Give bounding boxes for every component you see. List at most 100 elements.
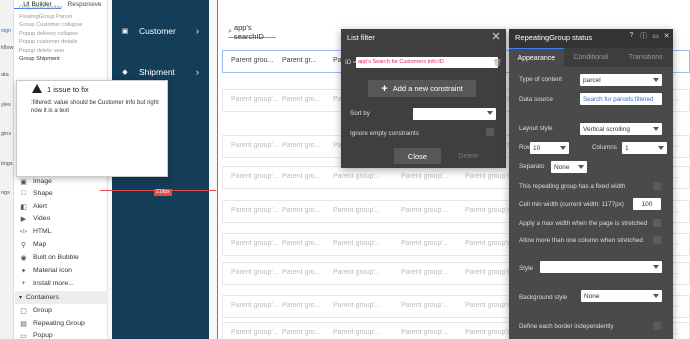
palette-item-built-on-bubble[interactable]: ◉ Built on Bubble: [19, 251, 105, 264]
palette-item-label: Alert: [33, 203, 47, 210]
repeating-group-cell-text: Parent gro...: [282, 142, 321, 149]
close-icon[interactable]: ✕: [662, 31, 671, 40]
element-tree-item[interactable]: Only show visible: [19, 4, 105, 13]
element-tree-item[interactable]: Group Shipment: [19, 55, 105, 64]
tag-icon: ◆: [122, 69, 128, 76]
type-of-content-value: parcel: [583, 76, 601, 84]
chevron-right-icon: ›: [196, 67, 199, 77]
chevron-down-icon: [578, 165, 584, 169]
palette-item-group[interactable]: ▢ Group: [19, 304, 105, 317]
element-tree-item[interactable]: Popup customer details: [19, 38, 105, 47]
repeating-group-cell-text: Parent group'...: [333, 240, 381, 247]
chevron-right-icon: ›: [196, 26, 199, 36]
sort-by-label: Sort by: [350, 110, 370, 117]
columns-label: Columns: [592, 144, 617, 151]
cell-min-width-input[interactable]: 100: [633, 198, 661, 210]
status-panel-title: RepeatingGroup status: [515, 33, 593, 42]
group-icon: ▢: [20, 307, 27, 315]
sidebar-item-design[interactable]: sign: [0, 28, 14, 34]
apply-max-width-checkbox[interactable]: [653, 219, 661, 227]
palette-item-label: Video: [33, 215, 51, 222]
element-tree-item[interactable]: Group Customer collapse: [19, 21, 105, 30]
palette-item-shape[interactable]: □ Shape: [19, 187, 105, 200]
background-style-value: None: [584, 292, 600, 300]
sidebar-item-logs[interactable]: ogs: [0, 190, 14, 196]
background-style-select[interactable]: None: [581, 290, 662, 302]
fixed-width-checkbox[interactable]: [653, 182, 661, 190]
repeating-group-cell-text: Parent group'...: [401, 302, 449, 309]
delete-button[interactable]: Delete: [451, 148, 486, 164]
palette-item-label: Material Icon: [33, 267, 72, 274]
type-of-content-select[interactable]: parcel: [580, 74, 662, 86]
close-button[interactable]: Close: [394, 148, 441, 164]
nav-item-label: Shipment: [139, 67, 175, 77]
define-border-checkbox[interactable]: [653, 322, 661, 330]
palette-item-install-more[interactable]: + Install more...: [19, 277, 105, 290]
tab-transitions[interactable]: Transitions: [618, 48, 674, 67]
close-icon[interactable]: [491, 31, 501, 41]
chevron-down-icon: [487, 111, 493, 115]
nav-item-customer[interactable]: ▣ Customer ›: [112, 23, 209, 39]
repeating-group-cell-text: Parent group'...: [333, 207, 381, 214]
repeating-group-cell-text: Parent group'...: [401, 329, 449, 336]
alert-icon: ◧: [20, 203, 27, 211]
palette-item-popup[interactable]: ▭ Popup: [19, 329, 105, 339]
element-tree-item[interactable]: Popup delete user: [19, 47, 105, 56]
repeating-group-cell-text: Parent group'...: [401, 240, 449, 247]
sidebar-item-workflow[interactable]: kflow: [0, 45, 14, 51]
tab-appearance[interactable]: Appearance: [509, 48, 564, 67]
palette-item-label: HTML: [33, 228, 52, 235]
repeating-group-icon: ▤: [20, 320, 27, 328]
repeating-group-cell-text: Parent gro...: [282, 96, 321, 103]
separator-select[interactable]: None: [551, 161, 587, 173]
palette-item-material-icon[interactable]: ✦ Material Icon: [19, 264, 105, 277]
distance-guide-label: 219px: [154, 189, 172, 196]
issue-message[interactable]: :filtered: value should be Customer Info…: [31, 100, 164, 115]
search-input[interactable]: ⌕ app's searchID: [228, 23, 276, 41]
repeating-group-cell-text: Parent gr...: [282, 57, 317, 64]
ignore-empty-checkbox[interactable]: [486, 128, 494, 136]
section-label: Containers: [26, 294, 59, 301]
element-tree-item[interactable]: Popup delivery collapse: [19, 30, 105, 39]
html-icon: </>: [19, 228, 28, 235]
style-select[interactable]: [540, 261, 662, 273]
help-icon[interactable]: ?: [627, 31, 636, 40]
repeating-group-cell-text: Parent group'...: [401, 173, 449, 180]
repeating-group-cell-text: Parent group'...: [231, 96, 279, 103]
sort-by-select[interactable]: [413, 108, 496, 120]
sidebar-item-styles[interactable]: yles: [0, 102, 14, 108]
sidebar-item-data[interactable]: ata: [0, 72, 14, 78]
allow-more-columns-checkbox[interactable]: [653, 236, 661, 244]
repeating-group-cell-text: Parent gro...: [282, 240, 321, 247]
tab-conditional[interactable]: Conditional: [563, 48, 619, 67]
id-card-icon: ▣: [121, 28, 129, 35]
layout-style-select[interactable]: Vertical scrolling: [580, 123, 662, 135]
video-icon: ▶: [20, 215, 27, 223]
palette-item-html[interactable]: </> HTML: [19, 225, 105, 238]
chevron-down-icon: [658, 146, 664, 150]
sidebar-item-settings[interactable]: tings: [0, 161, 14, 167]
nav-item-label: Customer: [139, 26, 176, 36]
rows-select[interactable]: 10: [530, 142, 569, 154]
repeating-group-cell-text: Parent group'...: [401, 207, 449, 214]
palette-section-containers[interactable]: ▾ Containers: [15, 291, 112, 304]
sidebar-item-plugins[interactable]: gins: [0, 131, 14, 137]
repeating-group-cell-text: Parent group'...: [231, 207, 279, 214]
add-constraint-button[interactable]: + Add a new constraint: [368, 80, 476, 97]
data-source-expression[interactable]: Search for parcels:filtered: [580, 93, 662, 105]
install-icon: +: [21, 280, 26, 287]
palette-item-map[interactable]: ⚲ Map: [19, 238, 105, 251]
trash-icon[interactable]: 🗑: [493, 59, 502, 67]
element-tree-item[interactable]: FloatingGroup Parcel: [19, 13, 105, 22]
constraint-expression[interactable]: app's Search for Customers Info:ID: [356, 57, 498, 68]
issue-popup[interactable]: 1 issue to fix :filtered: value should b…: [16, 80, 168, 177]
comment-icon[interactable]: ▭: [651, 31, 660, 40]
info-icon[interactable]: ⓘ: [639, 31, 648, 40]
palette-item-video[interactable]: ▶ Video: [19, 212, 105, 225]
type-of-content-label: Type of content: [519, 76, 563, 83]
plus-icon: +: [381, 82, 388, 95]
chevron-down-icon: [653, 265, 659, 269]
style-label: Style: [519, 265, 533, 272]
columns-select[interactable]: 1: [622, 142, 667, 154]
nav-item-shipment[interactable]: ◆ Shipment ›: [112, 64, 209, 80]
